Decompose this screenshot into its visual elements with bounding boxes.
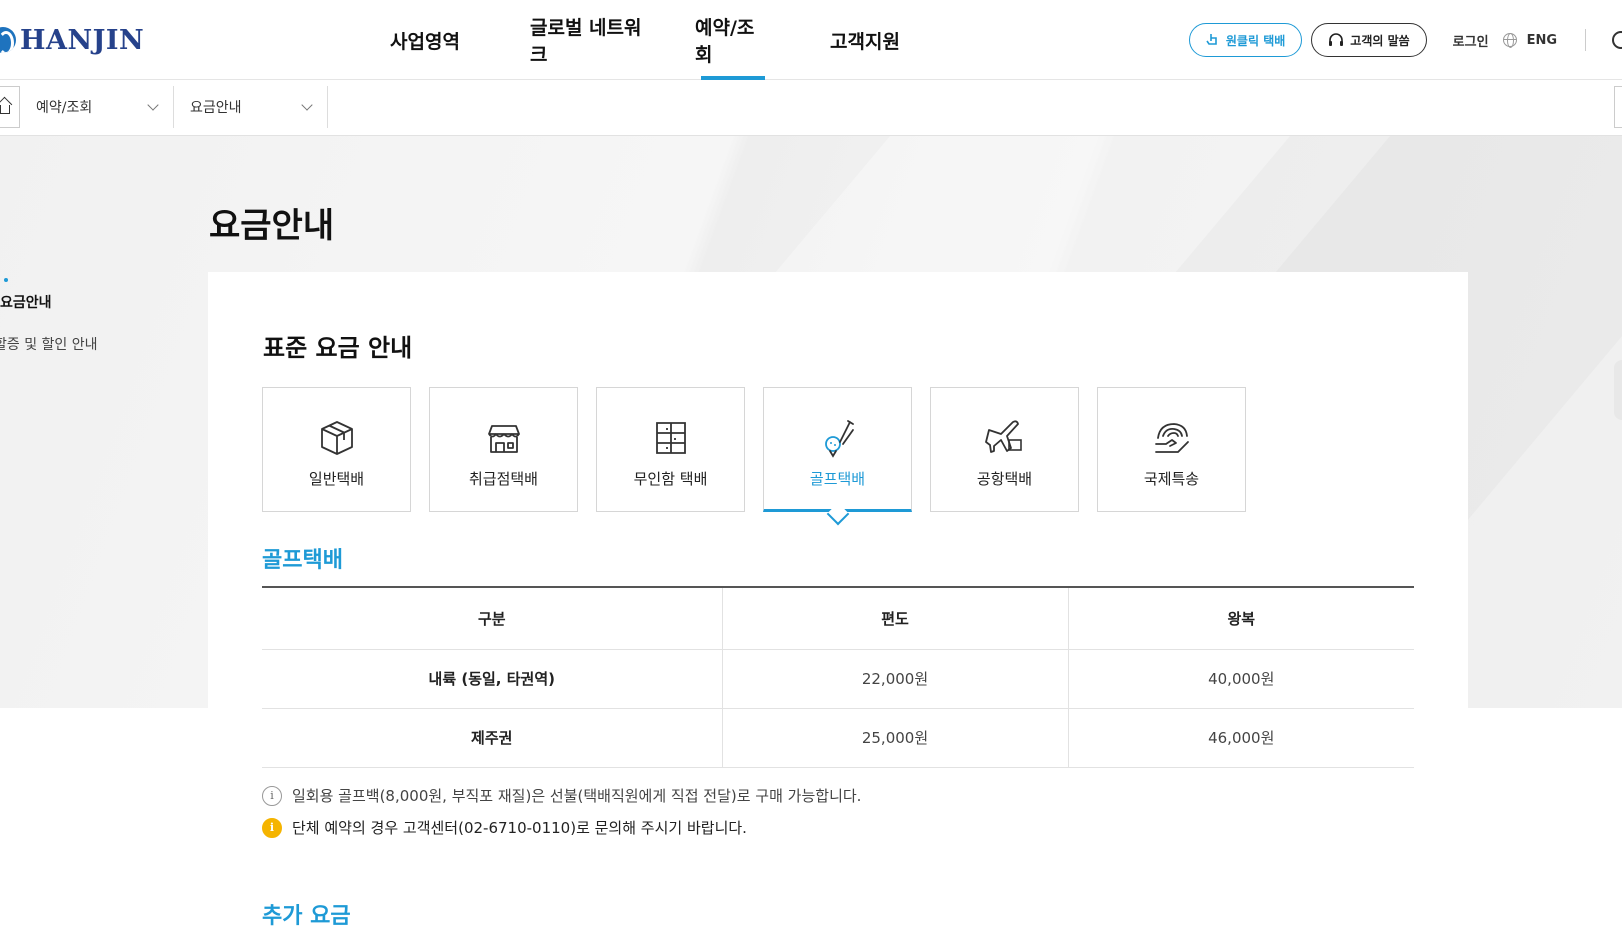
rate-card: 표준 요금 안내 일반택배 취급점택배 무인함 택배 골프택배 공항택배 국제특… <box>208 272 1468 935</box>
active-indicator-dot <box>4 278 8 282</box>
tab-general-delivery[interactable]: 일반택배 <box>262 387 411 512</box>
side-menu-item-rate[interactable]: 요금안내 <box>0 292 52 312</box>
login-link[interactable]: 로그인 <box>1453 31 1489 50</box>
search-icon[interactable] <box>1612 31 1622 49</box>
home-button[interactable] <box>0 86 20 128</box>
row-one-way-price: 25,000원 <box>721 708 1068 768</box>
tab-label: 국제특송 <box>1143 470 1200 488</box>
golf-rate-table: 구분 편도 왕복 내륙 (동일, 타권역) 22,000원 40,000원 제주… <box>262 586 1414 768</box>
nav-global-network[interactable]: 글로벌 네트워크 <box>530 0 645 80</box>
nav-support[interactable]: 고객지원 <box>830 0 910 80</box>
one-click-label: 원클릭 택배 <box>1225 33 1286 48</box>
one-click-delivery-button[interactable]: 원클릭 택배 <box>1188 23 1303 57</box>
golf-icon <box>824 420 854 458</box>
extra-charge-heading: 추가 요금 <box>262 904 351 929</box>
home-icon <box>0 104 10 114</box>
breadcrumb-reservation-dropdown[interactable]: 예약/조회 <box>36 86 174 128</box>
warning-note-text: 단체 예약의 경우 고객센터(02-6710-0110)로 문의해 주시기 바랍… <box>292 819 747 837</box>
golf-delivery-heading: 골프택배 <box>262 548 343 573</box>
customer-voice-label: 고객의 말씀 <box>1350 33 1410 48</box>
box-icon <box>320 421 353 455</box>
warning-note: i 단체 예약의 경우 고객센터(02-6710-0110)로 문의해 주시기 … <box>262 817 747 838</box>
row-round-trip-price: 46,000원 <box>1067 708 1414 768</box>
airplane-icon <box>984 420 1022 453</box>
row-one-way-price: 22,000원 <box>721 649 1068 709</box>
nav-business[interactable]: 사업영역 <box>390 0 490 80</box>
customer-voice-button[interactable]: 고객의 말씀 <box>1311 23 1427 57</box>
hanjin-logo[interactable]: HANJIN <box>0 22 144 58</box>
tab-store-delivery[interactable]: 취급점택배 <box>429 387 578 512</box>
tab-locker-delivery[interactable]: 무인함 택배 <box>596 387 745 512</box>
tab-international-express[interactable]: 국제특송 <box>1097 387 1246 512</box>
tab-label: 공항택배 <box>976 470 1033 488</box>
globe-icon <box>1502 33 1517 48</box>
section-title: 표준 요금 안내 <box>263 334 413 362</box>
site-header: HANJIN 사업영역 글로벌 네트워크 예약/조회 고객지원 원클릭 택배 고… <box>0 0 1622 80</box>
breadcrumb-reservation-label: 예약/조회 <box>36 100 93 116</box>
locker-icon <box>655 422 686 454</box>
globe-hand-icon <box>1154 423 1189 453</box>
hanjin-logo-mark-icon <box>0 27 16 53</box>
service-tabs: 일반택배 취급점택배 무인함 택배 골프택배 공항택배 국제특송 <box>262 387 1246 512</box>
main-nav: 사업영역 글로벌 네트워크 예약/조회 고객지원 <box>390 0 910 80</box>
row-category: 내륙 (동일, 타권역) <box>262 649 722 709</box>
info-note: i 일회용 골프백(8,000원, 부직포 재질)은 선불(택배직원에게 직접 … <box>262 785 861 806</box>
hand-pointer-icon <box>1206 34 1217 45</box>
info-note-text: 일회용 골프백(8,000원, 부직포 재질)은 선불(택배직원에게 직접 전달… <box>292 787 862 805</box>
store-icon <box>487 425 520 453</box>
row-round-trip-price: 40,000원 <box>1067 649 1414 709</box>
tab-label: 골프택배 <box>809 470 866 488</box>
tab-airport-delivery[interactable]: 공항택배 <box>930 387 1079 512</box>
headset-icon <box>1329 33 1344 46</box>
utility-menu: 원클릭 택배 고객의 말씀 로그인 ENG <box>1188 22 1622 58</box>
column-header-one-way: 편도 <box>721 587 1068 650</box>
column-header-round-trip: 왕복 <box>1067 587 1414 650</box>
tab-label: 무인함 택배 <box>633 470 708 488</box>
breadcrumb-rate-label: 요금안내 <box>190 100 242 116</box>
tab-label: 일반택배 <box>308 470 365 488</box>
nav-reservation[interactable]: 예약/조회 <box>695 0 770 80</box>
column-header-category: 구분 <box>262 587 722 650</box>
breadcrumb-right-control[interactable] <box>1614 86 1622 128</box>
side-menu-item-surcharge[interactable]: 할증 및 할인 안내 <box>0 334 98 354</box>
util-divider <box>1585 29 1586 51</box>
chevron-down-icon <box>147 98 159 111</box>
breadcrumb: 예약/조회 요금안내 <box>0 81 1622 136</box>
tab-label: 취급점택배 <box>468 470 538 488</box>
table-row: 내륙 (동일, 타권역) 22,000원 40,000원 <box>262 649 1414 709</box>
table-header-row: 구분 편도 왕복 <box>262 587 1414 650</box>
page-title: 요금안내 <box>209 206 335 246</box>
table-row: 제주권 25,000원 46,000원 <box>262 708 1414 768</box>
tab-golf-delivery[interactable]: 골프택배 <box>763 387 912 512</box>
breadcrumb-rate-dropdown[interactable]: 요금안내 <box>190 86 328 128</box>
chevron-down-icon <box>301 98 313 111</box>
logo-text: HANJIN <box>20 24 145 56</box>
info-icon: i <box>262 785 282 806</box>
warning-info-icon: i <box>262 817 282 838</box>
language-eng-link[interactable]: ENG <box>1527 33 1557 48</box>
row-category: 제주권 <box>262 708 722 768</box>
side-scroll-handle[interactable] <box>1614 360 1622 420</box>
